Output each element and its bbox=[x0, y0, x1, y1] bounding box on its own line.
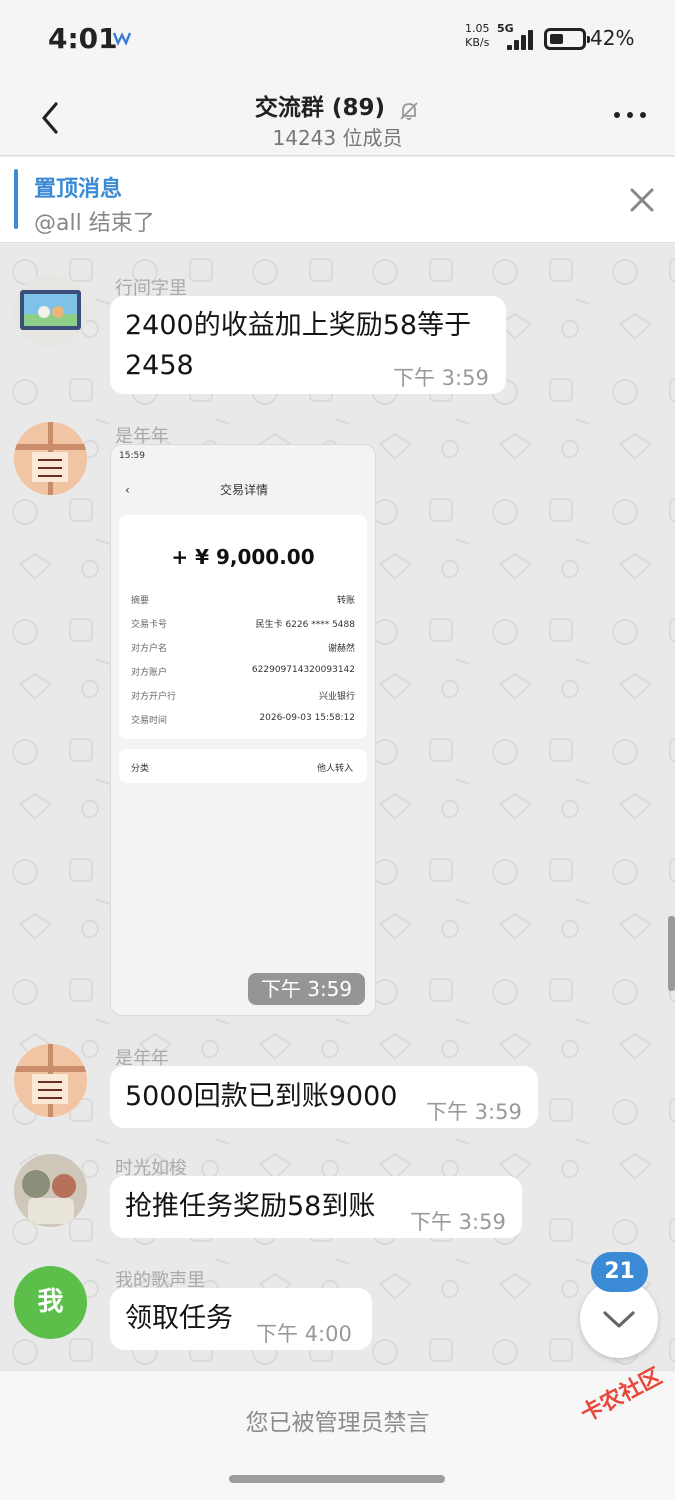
message-time: 下午 4:00 bbox=[256, 1322, 352, 1346]
home-indicator[interactable] bbox=[229, 1475, 445, 1483]
receipt-status-time: 15:59 bbox=[119, 451, 145, 461]
speed-value: 1.05 bbox=[465, 22, 490, 35]
battery-percent: 42% bbox=[590, 26, 635, 50]
status-bar: 4:01 1.05 KB/s 5G 42% bbox=[0, 0, 675, 80]
avatar[interactable]: 我 bbox=[14, 1266, 87, 1339]
member-count: 14243 位成员 bbox=[272, 126, 403, 150]
battery-icon bbox=[544, 28, 590, 50]
scrollbar-thumb[interactable] bbox=[668, 916, 675, 991]
speed-unit: KB/s bbox=[465, 36, 490, 49]
pinned-accent-bar bbox=[14, 169, 18, 229]
group-title[interactable]: 交流群 (89) bbox=[255, 95, 385, 121]
receipt-category: 分类 他人转入 bbox=[119, 749, 367, 783]
pinned-title: 置顶消息 bbox=[34, 177, 123, 202]
message-bubble[interactable]: 抢推任务奖励58到账 下午 3:59 bbox=[110, 1176, 522, 1238]
receipt-amount: + ¥ 9,000.00 bbox=[171, 545, 315, 569]
message-time: 下午 3:59 bbox=[410, 1210, 506, 1234]
pinned-text: @all 结束了 bbox=[34, 211, 155, 236]
message-text: 2400的收益加上奖励58等于 bbox=[125, 310, 472, 341]
unread-badge[interactable]: 21 bbox=[591, 1252, 648, 1292]
avatar[interactable] bbox=[14, 274, 87, 347]
message-text: 领取任务 bbox=[125, 1303, 233, 1334]
message-time: 下午 3:59 bbox=[248, 973, 365, 1005]
avatar[interactable] bbox=[14, 1154, 87, 1227]
input-bar: 您已被管理员禁言 bbox=[0, 1370, 675, 1500]
message-bubble[interactable]: 5000回款已到账9000 下午 3:59 bbox=[110, 1066, 538, 1128]
title-area[interactable]: 交流群 (89) bbox=[0, 88, 675, 122]
message-bubble[interactable]: 领取任务 下午 4:00 bbox=[110, 1288, 372, 1350]
muted-bell-icon bbox=[398, 100, 420, 122]
message-time: 下午 3:59 bbox=[426, 1100, 522, 1124]
message-text: 抢推任务奖励58到账 bbox=[125, 1191, 376, 1222]
message-text: 2458 bbox=[125, 350, 194, 381]
message-text: 5000回款已到账9000 bbox=[125, 1081, 398, 1112]
avatar[interactable] bbox=[14, 422, 87, 495]
receipt-screenshot: 15:59 ‹ 交易详情 + ¥ 9,000.00 摘要 转账 交易卡号 民生卡 6… bbox=[111, 445, 375, 1015]
image-message[interactable]: 15:59 ‹ 交易详情 + ¥ 9,000.00 摘要 转账 交易卡号 民生卡 6… bbox=[110, 444, 376, 1016]
app-logo-icon bbox=[112, 28, 132, 48]
status-time: 4:01 bbox=[48, 22, 118, 55]
signal-icon bbox=[507, 30, 537, 50]
receipt-title: 交易详情 bbox=[219, 483, 268, 497]
close-icon[interactable] bbox=[628, 186, 656, 218]
more-dots-icon[interactable] bbox=[612, 104, 648, 124]
chat-header: 交流群 (89) 14243 位成员 bbox=[0, 80, 675, 156]
receipt-card: + ¥ 9,000.00 摘要 转账 交易卡号 民生卡 6226 **** 5488… bbox=[119, 515, 367, 739]
message-bubble[interactable]: 2400的收益加上奖励58等于 2458 下午 3:59 bbox=[110, 296, 506, 394]
avatar[interactable] bbox=[14, 1044, 87, 1117]
banned-notice: 您已被管理员禁言 bbox=[245, 1410, 430, 1436]
message-time: 下午 3:59 bbox=[393, 366, 489, 390]
message-list[interactable]: 行间字里 2400的收益加上奖励58等于 2458 下午 3:59 是年年 15… bbox=[0, 244, 675, 1370]
network-speed: 1.05 KB/s bbox=[465, 22, 490, 50]
pinned-message[interactable]: 置顶消息 @all 结束了 bbox=[0, 157, 675, 243]
